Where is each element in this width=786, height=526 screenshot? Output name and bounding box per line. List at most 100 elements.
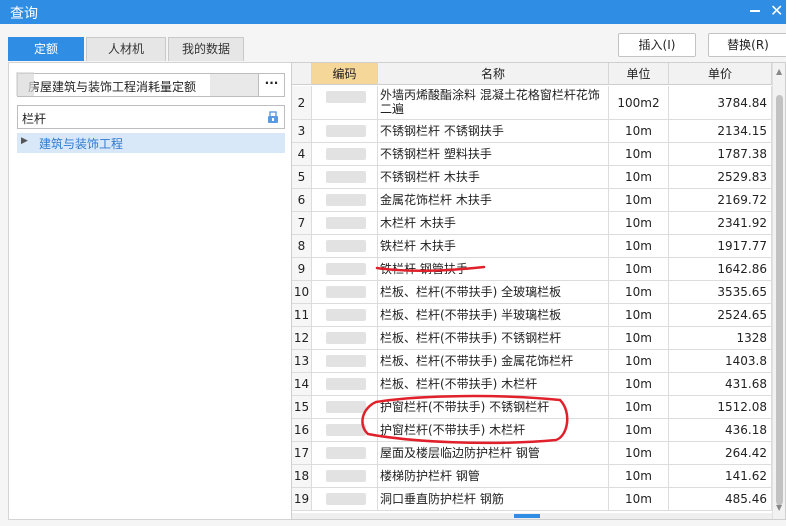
row-number: 18 <box>292 465 312 488</box>
more-button[interactable]: ··· <box>259 73 285 97</box>
redacted-mark <box>326 171 366 183</box>
name-cell: 栏板、栏杆(不带扶手) 半玻璃栏板 <box>378 304 609 327</box>
row-number: 15 <box>292 396 312 419</box>
code-cell <box>312 235 378 258</box>
price-cell: 1403.8 <box>669 350 772 373</box>
scroll-down-icon[interactable]: ▼ <box>776 503 782 512</box>
price-cell: 1917.77 <box>669 235 772 258</box>
price-cell: 2134.15 <box>669 120 772 143</box>
results-grid: 编码 名称 单位 单价 2 外墙丙烯酸酯涂料 混凝土花格窗栏杆花饰二遍 100m2 3… <box>291 62 786 520</box>
code-cell <box>312 304 378 327</box>
name-cell: 铁栏杆 木扶手 <box>378 235 609 258</box>
price-cell: 3535.65 <box>669 281 772 304</box>
name-cell: 栏板、栏杆(不带扶手) 木栏杆 <box>378 373 609 396</box>
unit-cell: 10m <box>609 166 669 189</box>
code-cell <box>312 166 378 189</box>
tab-my-data[interactable]: 我的数据 <box>168 37 244 61</box>
name-cell: 楼梯防护栏杆 钢管 <box>378 465 609 488</box>
name-cell: 铁栏杆 钢管扶手 <box>378 258 609 281</box>
row-number: 11 <box>292 304 312 327</box>
redacted-mark <box>326 332 366 344</box>
redacted-mark <box>16 72 34 96</box>
price-cell: 436.18 <box>669 419 772 442</box>
insert-button[interactable]: 插入(I) <box>618 33 696 57</box>
unit-cell: 10m <box>609 488 669 511</box>
code-cell <box>312 442 378 465</box>
price-cell: 485.46 <box>669 488 772 511</box>
row-number: 2 <box>292 86 312 120</box>
redacted-mark <box>326 125 366 137</box>
expand-arrow-icon[interactable]: ▶ <box>21 136 28 146</box>
header-rownum <box>292 63 312 85</box>
row-number: 6 <box>292 189 312 212</box>
row-number: 7 <box>292 212 312 235</box>
redacted-mark <box>326 148 366 160</box>
redacted-mark <box>326 240 366 252</box>
row-number: 8 <box>292 235 312 258</box>
name-cell: 洞口垂直防护栏杆 钢筋 <box>378 488 609 511</box>
code-cell <box>312 488 378 511</box>
unit-cell: 10m <box>609 189 669 212</box>
code-cell <box>312 120 378 143</box>
search-input[interactable]: 栏杆 <box>17 105 285 129</box>
name-cell: 金属花饰栏杆 木扶手 <box>378 189 609 212</box>
horizontal-scrollbar[interactable] <box>292 513 772 519</box>
row-number: 5 <box>292 166 312 189</box>
close-icon[interactable]: ✕ <box>770 2 786 20</box>
minimize-icon[interactable] <box>748 1 762 13</box>
header-price[interactable]: 单价 <box>669 63 772 85</box>
vertical-scroll-thumb[interactable] <box>776 95 783 505</box>
tree-item-root[interactable]: ▶ 建筑与装饰工程 <box>17 133 285 153</box>
code-cell <box>312 396 378 419</box>
row-number: 12 <box>292 327 312 350</box>
redacted-mark <box>326 217 366 229</box>
code-cell <box>312 419 378 442</box>
price-cell: 2529.83 <box>669 166 772 189</box>
code-cell <box>312 86 378 120</box>
title-bar: 查询 ✕ <box>0 0 786 24</box>
unit-cell: 10m <box>609 373 669 396</box>
redacted-mark <box>326 194 366 206</box>
redacted-mark <box>326 91 366 103</box>
row-number: 16 <box>292 419 312 442</box>
price-cell: 1512.08 <box>669 396 772 419</box>
vertical-scrollbar[interactable]: ▲ ▼ <box>772 63 785 519</box>
tab-materials[interactable]: 人材机 <box>86 37 166 61</box>
row-number: 19 <box>292 488 312 511</box>
row-number: 4 <box>292 143 312 166</box>
unit-cell: 10m <box>609 304 669 327</box>
search-input-value: 栏杆 <box>22 112 47 126</box>
row-number: 14 <box>292 373 312 396</box>
code-cell <box>312 258 378 281</box>
header-name[interactable]: 名称 <box>378 63 609 85</box>
search-filter-icon[interactable] <box>266 110 280 124</box>
header-code[interactable]: 编码 <box>312 63 378 85</box>
header-unit[interactable]: 单位 <box>609 63 669 85</box>
redacted-mark <box>326 309 366 321</box>
scroll-up-icon[interactable]: ▲ <box>776 67 782 76</box>
unit-cell: 10m <box>609 419 669 442</box>
price-cell: 1787.38 <box>669 143 772 166</box>
name-cell: 栏板、栏杆(不带扶手) 全玻璃栏板 <box>378 281 609 304</box>
unit-cell: 10m <box>609 235 669 258</box>
code-cell <box>312 373 378 396</box>
redacted-mark <box>326 470 366 482</box>
library-select[interactable]: 房屋建筑与装饰工程消耗量定额 <box>16 72 259 97</box>
unit-cell: 100m2 <box>609 86 669 120</box>
horizontal-scroll-thumb[interactable] <box>514 514 540 518</box>
unit-cell: 10m <box>609 120 669 143</box>
unit-cell: 10m <box>609 465 669 488</box>
price-cell: 3784.84 <box>669 86 772 120</box>
replace-button[interactable]: 替换(R) <box>708 33 786 57</box>
redacted-mark <box>326 401 366 413</box>
unit-cell: 10m <box>609 281 669 304</box>
row-number: 9 <box>292 258 312 281</box>
row-number: 3 <box>292 120 312 143</box>
unit-cell: 10m <box>609 350 669 373</box>
tab-quota[interactable]: 定额 <box>8 37 84 61</box>
redacted-mark <box>210 74 258 96</box>
redacted-mark <box>326 286 366 298</box>
price-cell: 2524.65 <box>669 304 772 327</box>
code-cell <box>312 465 378 488</box>
price-cell: 2169.72 <box>669 189 772 212</box>
